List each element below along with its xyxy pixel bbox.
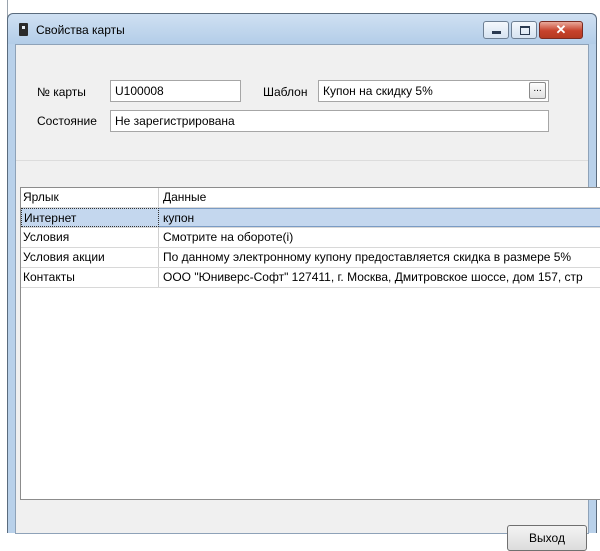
card-number-label: № карты xyxy=(37,85,86,99)
maximize-icon xyxy=(520,26,530,35)
dialog-body: № карты U100008 Шаблон Купон на скидку 5… xyxy=(15,44,600,551)
minimize-button[interactable] xyxy=(483,21,509,39)
close-button[interactable]: ✕ xyxy=(539,21,583,39)
separator xyxy=(16,160,588,161)
table-row[interactable]: Условия Смотрите на обороте(i) xyxy=(21,228,600,248)
row-data[interactable]: ООО "Юниверс-Софт" 127411, г. Москва, Дм… xyxy=(159,268,600,287)
template-field[interactable]: Купон на скидку 5% xyxy=(318,80,549,102)
window-title: Свойства карты xyxy=(36,23,125,37)
state-label: Состояние xyxy=(37,114,97,128)
close-icon: ✕ xyxy=(555,22,567,37)
state-field[interactable]: Не зарегистрирована xyxy=(110,110,549,132)
card-number-field[interactable]: U100008 xyxy=(110,80,241,102)
row-label[interactable]: Контакты xyxy=(21,268,159,287)
table-row[interactable]: Условия акции По данному электронному ку… xyxy=(21,248,600,268)
card-properties-window: Свойства карты ✕ № карты U100008 Шаблон … xyxy=(7,13,600,551)
title-bar[interactable]: Свойства карты ✕ xyxy=(8,14,596,44)
row-label[interactable]: Условия xyxy=(21,228,159,247)
template-browse-button[interactable]: ... xyxy=(529,82,546,99)
exit-button[interactable]: Выход xyxy=(507,525,587,551)
template-label: Шаблон xyxy=(263,85,308,99)
minimize-icon xyxy=(492,31,501,34)
properties-grid[interactable]: Ярлык Данные Интернет купон Условия Смот… xyxy=(20,187,600,500)
table-row[interactable]: Интернет купон xyxy=(21,208,600,228)
row-label[interactable]: Условия акции xyxy=(21,248,159,267)
grid-header: Ярлык Данные xyxy=(21,188,600,208)
card-icon xyxy=(19,23,28,36)
row-data[interactable]: По данному электронному купону предостав… xyxy=(159,248,600,267)
table-row[interactable]: Контакты ООО "Юниверс-Софт" 127411, г. М… xyxy=(21,268,600,288)
maximize-button[interactable] xyxy=(511,21,537,39)
column-header-data[interactable]: Данные xyxy=(159,188,600,207)
row-label[interactable]: Интернет xyxy=(21,208,159,227)
row-data[interactable]: Смотрите на обороте(i) xyxy=(159,228,600,247)
row-data[interactable]: купон xyxy=(159,208,600,227)
column-header-label[interactable]: Ярлык xyxy=(21,188,159,207)
